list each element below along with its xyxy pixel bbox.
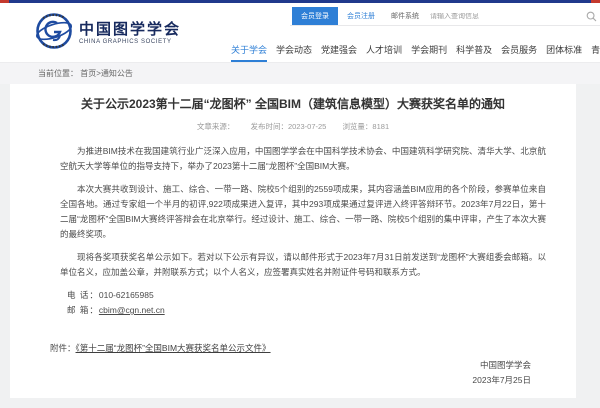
nav-item-about[interactable]: 关于学会 [231,43,267,62]
signature-date: 2023年7月25日 [472,373,531,388]
site-header: 中国图学学会 CHINA GRAPHICS SOCIETY 会员登录 会员注册 … [0,3,600,62]
phone-line: 电 话：010-62165985 [67,288,546,303]
article-meta: 文章来源： 发布时间：2023-07-25 浏览量：8181 [10,121,576,132]
attachment-label: 附件： [50,343,76,353]
mail-system-button[interactable]: 邮件系统 [384,7,426,25]
phone-label: 电 话： [67,290,99,300]
site-logo[interactable]: 中国图学学会 CHINA GRAPHICS SOCIETY [35,12,181,55]
nav-item-news[interactable]: 学会动态 [276,43,312,62]
member-login-button[interactable]: 会员登录 [292,7,338,25]
nav-item-journal[interactable]: 学会期刊 [411,43,447,62]
search-icon[interactable] [586,11,597,22]
nav-item-youth[interactable]: 青年托举 [591,43,600,62]
breadcrumb-prefix: 当前位置： [38,69,78,78]
logo-name-cn: 中国图学学会 [79,21,181,38]
paragraph-results: 本次大赛共收到设计、施工、综合、一带一路、院校5个组别的2559项成果，其内容涵… [60,182,546,242]
utility-bar: 会员登录 会员注册 邮件系统 [292,7,597,25]
breadcrumb: 当前位置： 首页>通知公告 [38,63,133,85]
member-register-button[interactable]: 会员注册 [338,7,384,25]
page-root: 中国图学学会 CHINA GRAPHICS SOCIETY 会员登录 会员注册 … [0,0,600,408]
main-nav: 关于学会 学会动态 党建强会 人才培训 学会期刊 科学普及 会员服务 团体标准 … [231,43,600,62]
utility-divider [290,25,600,26]
search-input[interactable] [430,13,526,20]
article-body: 为推进BIM技术在我国建筑行业广泛深入应用，中国图学学会在中国科学技术协会、中国… [60,144,546,318]
meta-publish-date: 发布时间：2023-07-25 [250,122,326,131]
email-line: 邮 箱：cbim@cgn.net.cn [67,303,546,318]
meta-source: 文章来源： [197,122,235,131]
breadcrumb-bar: 当前位置： 首页>通知公告 [0,62,600,84]
attachment-line: 附件：《第十二届“龙图杯”全国BIM大赛获奖名单公示文件》 [50,342,546,354]
nav-item-party[interactable]: 党建强会 [321,43,357,62]
breadcrumb-home-link[interactable]: 首页 [80,69,96,78]
logo-text: 中国图学学会 CHINA GRAPHICS SOCIETY [79,21,181,46]
nav-item-science[interactable]: 科学普及 [456,43,492,62]
email-label: 邮 箱： [67,305,99,315]
logo-name-en: CHINA GRAPHICS SOCIETY [79,38,181,46]
breadcrumb-current-link[interactable]: 通知公告 [101,69,133,78]
article-title: 关于公示2023第十二届“龙图杯” 全国BIM（建筑信息模型）大赛获奖名单的通知 [10,97,576,112]
phone-number: 010-62165985 [99,290,154,300]
graphics-society-emblem-icon [35,12,73,55]
nav-item-training[interactable]: 人才培训 [366,43,402,62]
nav-item-member-service[interactable]: 会员服务 [501,43,537,62]
article-signature: 中国图学学会 2023年7月25日 [472,358,531,388]
nav-item-standards[interactable]: 团体标准 [546,43,582,62]
meta-views: 浏览量：8181 [342,122,389,131]
paragraph-publicity: 现将各奖项获奖名单公示如下。若对以下公示有异议，请以邮件形式于2023年7月31… [60,250,546,280]
attachment-link[interactable]: 《第十二届“龙图杯”全国BIM大赛获奖名单公示文件》 [76,343,271,353]
article-card: 关于公示2023第十二届“龙图杯” 全国BIM（建筑信息模型）大赛获奖名单的通知… [10,84,576,398]
signature-org: 中国图学学会 [472,358,531,373]
paragraph-intro: 为推进BIM技术在我国建筑行业广泛深入应用，中国图学学会在中国科学技术协会、中国… [60,144,546,174]
email-link[interactable]: cbim@cgn.net.cn [99,305,165,315]
